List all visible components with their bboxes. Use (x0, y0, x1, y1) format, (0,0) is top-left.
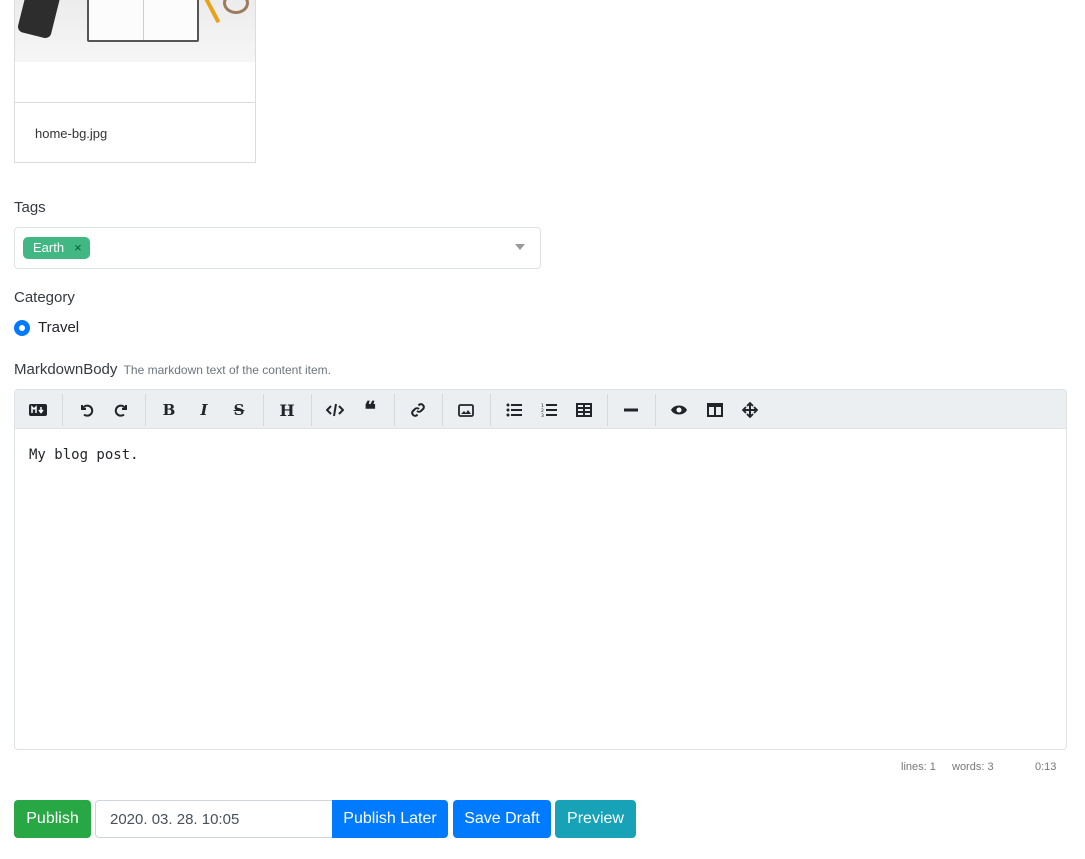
editor-toolbar: B I S H ❝ 123 (15, 390, 1066, 429)
italic-icon[interactable]: I (190, 396, 218, 424)
editor-content[interactable]: My blog post. (29, 447, 139, 463)
toolbar-separator (62, 394, 63, 426)
fullscreen-icon[interactable] (736, 396, 764, 424)
horizontal-rule-icon[interactable] (617, 396, 645, 424)
link-icon[interactable] (404, 396, 432, 424)
media-thumbnail (15, 0, 255, 62)
markdown-guide-icon[interactable] (24, 396, 52, 424)
category-label: Category (14, 289, 75, 306)
image-icon[interactable] (452, 396, 480, 424)
strikethrough-icon[interactable]: S (225, 396, 253, 424)
svg-text:3: 3 (541, 413, 544, 417)
media-card[interactable]: home-bg.jpg (14, 0, 256, 163)
preview-button[interactable]: Preview (555, 800, 636, 838)
toolbar-separator (145, 394, 146, 426)
toolbar-separator (311, 394, 312, 426)
unordered-list-icon[interactable] (500, 396, 528, 424)
status-lines: lines: 1 (901, 761, 936, 773)
publish-button[interactable]: Publish (14, 800, 91, 838)
save-draft-button[interactable]: Save Draft (453, 800, 551, 838)
redo-icon[interactable] (108, 396, 136, 424)
tags-label: Tags (14, 199, 46, 216)
table-icon[interactable] (570, 396, 598, 424)
ordered-list-icon[interactable]: 123 (535, 396, 563, 424)
category-option-travel[interactable]: Travel (14, 319, 79, 336)
tag-chip: Earth × (23, 237, 90, 259)
toolbar-separator (394, 394, 395, 426)
publish-later-button[interactable]: Publish Later (332, 800, 448, 838)
toolbar-separator (607, 394, 608, 426)
status-words: words: 3 (952, 761, 994, 773)
media-divider (15, 102, 255, 103)
media-file-name: home-bg.jpg (35, 126, 108, 141)
chevron-down-icon[interactable] (515, 244, 525, 250)
markdown-label-text: MarkdownBody (14, 361, 118, 378)
markdown-editor[interactable]: B I S H ❝ 123 My blog post. (14, 389, 1067, 750)
markdown-hint: The markdown text of the content item. (123, 363, 331, 377)
toolbar-separator (655, 394, 656, 426)
toolbar-separator (442, 394, 443, 426)
preview-icon[interactable] (665, 396, 693, 424)
bold-icon[interactable]: B (155, 396, 183, 424)
side-by-side-icon[interactable] (701, 396, 729, 424)
toolbar-separator (490, 394, 491, 426)
code-icon[interactable] (321, 396, 349, 424)
tags-select[interactable]: Earth × (14, 227, 541, 269)
category-option-label: Travel (38, 319, 80, 336)
publish-date-input[interactable] (95, 800, 333, 838)
radio-button[interactable] (14, 319, 30, 336)
markdown-label: MarkdownBody The markdown text of the co… (14, 361, 331, 378)
heading-icon[interactable]: H (273, 396, 301, 424)
undo-icon[interactable] (72, 396, 100, 424)
quote-icon[interactable]: ❝ (356, 396, 384, 424)
tag-chip-label: Earth (33, 240, 65, 255)
toolbar-separator (263, 394, 264, 426)
status-cursor: 0:13 (1035, 761, 1057, 773)
remove-tag-icon[interactable]: × (74, 237, 82, 259)
